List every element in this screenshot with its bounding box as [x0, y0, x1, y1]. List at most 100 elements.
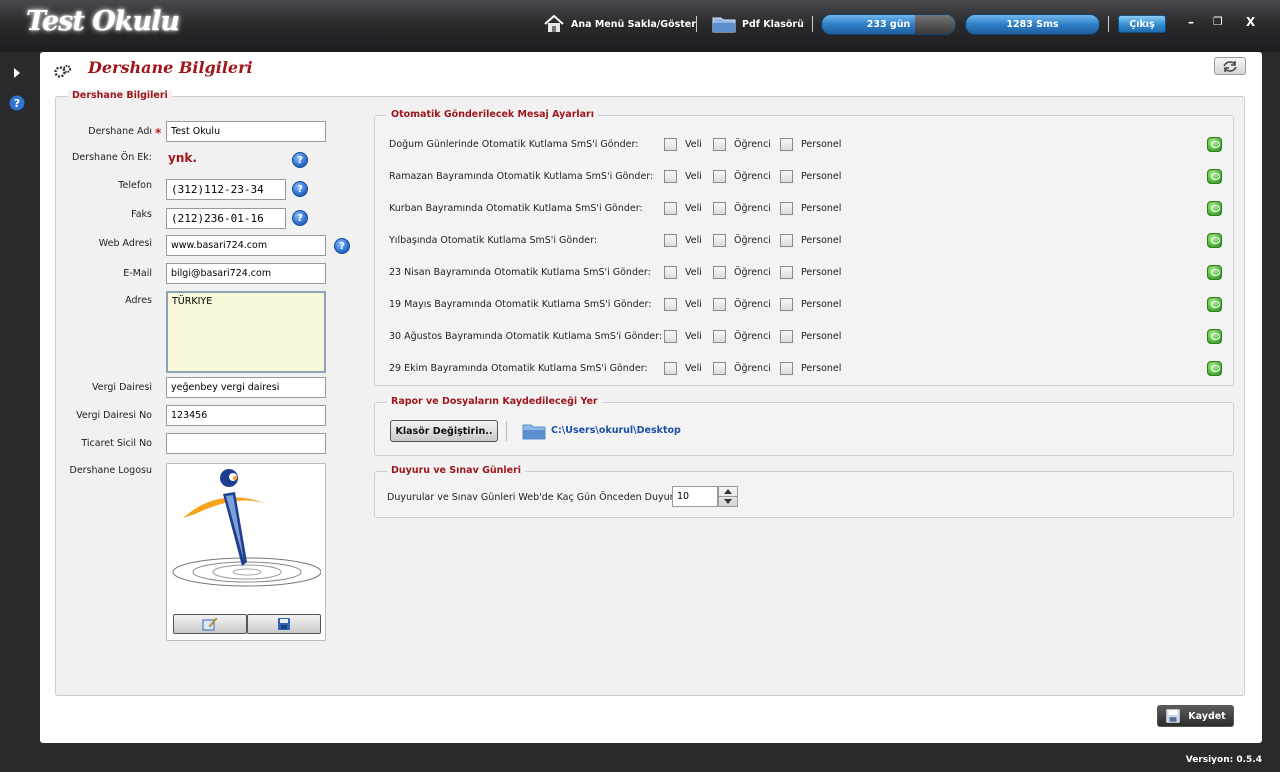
- days-remaining-label: 233 gün: [866, 19, 911, 30]
- stepper-up-icon[interactable]: [724, 489, 732, 494]
- save-icon: [278, 618, 290, 630]
- sms-checkbox-label: Veli: [685, 203, 702, 214]
- toolbar-separator: [1108, 16, 1109, 32]
- save-button[interactable]: Kaydet: [1157, 705, 1234, 727]
- sms-checkbox-veli[interactable]: [664, 202, 677, 215]
- sms-checkbox-label: Öğrenci: [734, 363, 771, 374]
- sms-checkbox-personel[interactable]: [780, 138, 793, 151]
- page-title: Dershane Bilgileri: [88, 58, 253, 77]
- sms-checkbox-label: Personel: [801, 331, 842, 342]
- save-icon: [1166, 709, 1181, 723]
- tax-office-input[interactable]: [166, 377, 326, 398]
- web-address-input[interactable]: [166, 235, 326, 256]
- sms-checkbox-ogrenci[interactable]: [713, 330, 726, 343]
- sms-checkbox-label: Veli: [685, 363, 702, 374]
- sms-checkbox-ogrenci[interactable]: [713, 266, 726, 279]
- version-label: Versiyon: 0.5.4: [1185, 755, 1262, 765]
- exit-button[interactable]: Çıkış: [1118, 15, 1166, 33]
- sms-message-icon[interactable]: [1207, 233, 1222, 248]
- sms-checkbox-personel[interactable]: [780, 234, 793, 247]
- sms-checkbox-personel[interactable]: [780, 362, 793, 375]
- sms-checkbox-ogrenci[interactable]: [713, 362, 726, 375]
- help-icon[interactable]: ?: [334, 238, 350, 254]
- tax-office-label: Vergi Dairesi: [92, 382, 152, 393]
- save-logo-button[interactable]: [247, 614, 321, 634]
- report-location-group: Rapor ve Dosyaların Kaydedileceği Yer Kl…: [374, 396, 1234, 456]
- announcement-days-input[interactable]: [672, 486, 718, 507]
- minimize-button[interactable]: –: [1188, 15, 1194, 29]
- change-folder-button[interactable]: Klasör Değiştirin..: [390, 420, 498, 442]
- sms-checkbox-ogrenci[interactable]: [713, 298, 726, 311]
- sms-row-label: 19 Mayıs Bayramında Otomatik Kutlama SmS…: [389, 299, 652, 310]
- sms-checkbox-label: Öğrenci: [734, 267, 771, 278]
- main-panel: Dershane Bilgileri Dershane Bilgileri De…: [40, 52, 1262, 743]
- help-icon[interactable]: ?: [292, 181, 308, 197]
- logo-label: Dershane Logosu: [69, 465, 153, 476]
- menu-toggle-button[interactable]: Ana Menü Sakla/Göster: [543, 14, 696, 34]
- school-name-input[interactable]: [166, 121, 326, 142]
- email-input[interactable]: [166, 263, 326, 284]
- trade-registry-input[interactable]: [166, 433, 326, 454]
- sms-message-icon[interactable]: [1207, 169, 1222, 184]
- days-remaining-badge: 233 gün: [821, 14, 956, 35]
- toolbar-separator: [696, 16, 697, 32]
- menu-toggle-label: Ana Menü Sakla/Göster: [571, 18, 696, 30]
- sms-checkbox-personel[interactable]: [780, 266, 793, 279]
- sms-count-badge: 1283 Sms: [965, 14, 1100, 35]
- toolbar-separator: [812, 16, 813, 32]
- pdf-folder-button[interactable]: Pdf Klasörü: [712, 14, 804, 34]
- sms-checkbox-label: Veli: [685, 171, 702, 182]
- close-button[interactable]: X: [1246, 15, 1255, 29]
- sms-checkbox-ogrenci[interactable]: [713, 202, 726, 215]
- sms-message-icon[interactable]: [1207, 137, 1222, 152]
- expand-menu-button[interactable]: [9, 65, 25, 81]
- sms-message-icon[interactable]: [1207, 329, 1222, 344]
- sms-checkbox-label: Personel: [801, 235, 842, 246]
- help-button[interactable]: ?: [9, 95, 25, 111]
- sms-checkbox-personel[interactable]: [780, 330, 793, 343]
- refresh-button[interactable]: [1214, 57, 1246, 75]
- sms-row-label: 29 Ekim Bayramında Otomatik Kutlama SmS'…: [389, 363, 648, 374]
- sms-checkbox-personel[interactable]: [780, 170, 793, 183]
- sms-checkbox-ogrenci[interactable]: [713, 234, 726, 247]
- sms-row-label: Yılbaşında Otomatik Kutlama SmS'i Gönder…: [389, 235, 598, 246]
- sms-checkbox-ogrenci[interactable]: [713, 170, 726, 183]
- restore-button[interactable]: ❐: [1213, 15, 1223, 28]
- sms-message-icon[interactable]: [1207, 361, 1222, 376]
- sms-checkbox-veli[interactable]: [664, 298, 677, 311]
- sms-count-label: 1283 Sms: [1006, 19, 1059, 30]
- sms-row-label: 30 Ağustos Bayramında Otomatik Kutlama S…: [389, 331, 663, 342]
- sms-row-label: Kurban Bayramında Otomatik Kutlama SmS'i…: [389, 203, 643, 214]
- sms-message-icon[interactable]: [1207, 201, 1222, 216]
- sms-checkbox-veli[interactable]: [664, 362, 677, 375]
- sms-checkbox-veli[interactable]: [664, 266, 677, 279]
- trade-registry-label: Ticaret Sicil No: [81, 438, 152, 449]
- school-info-group-label: Dershane Bilgileri: [68, 90, 172, 101]
- help-icon[interactable]: ?: [292, 152, 308, 168]
- address-label: Adres: [125, 295, 152, 306]
- announcement-days-stepper[interactable]: [718, 486, 738, 507]
- web-address-label: Web Adresi: [98, 238, 152, 249]
- help-icon[interactable]: ?: [292, 210, 308, 226]
- sms-checkbox-label: Personel: [801, 363, 842, 374]
- tax-number-input[interactable]: [166, 405, 326, 426]
- sms-checkbox-veli[interactable]: [664, 138, 677, 151]
- address-textarea[interactable]: TÜRKIYE: [166, 291, 326, 373]
- sms-checkbox-veli[interactable]: [664, 170, 677, 183]
- edit-icon: [202, 617, 218, 631]
- sms-checkbox-label: Veli: [685, 299, 702, 310]
- sms-checkbox-personel[interactable]: [780, 298, 793, 311]
- report-folder-path[interactable]: C:\Users\okurul\Desktop: [551, 425, 681, 436]
- sms-checkbox-veli[interactable]: [664, 330, 677, 343]
- fax-input[interactable]: [166, 208, 286, 229]
- edit-logo-button[interactable]: [173, 614, 247, 634]
- announcement-days-label: Duyurular ve Sınav Günleri Web'de Kaç Gü…: [387, 492, 703, 503]
- phone-input[interactable]: [166, 179, 286, 200]
- logo-box: [166, 463, 326, 641]
- stepper-down-icon[interactable]: [724, 499, 732, 504]
- sms-message-icon[interactable]: [1207, 297, 1222, 312]
- sms-checkbox-ogrenci[interactable]: [713, 138, 726, 151]
- sms-checkbox-veli[interactable]: [664, 234, 677, 247]
- sms-message-icon[interactable]: [1207, 265, 1222, 280]
- sms-checkbox-personel[interactable]: [780, 202, 793, 215]
